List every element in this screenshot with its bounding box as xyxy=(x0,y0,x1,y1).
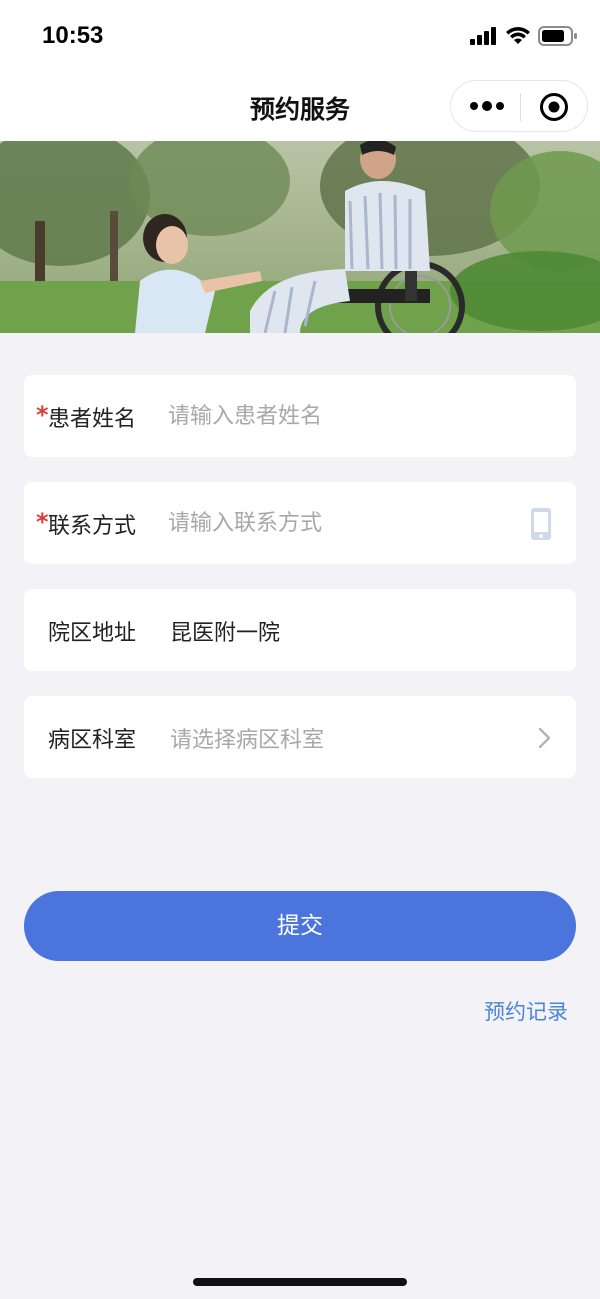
campus-row: 院区地址 昆医附一院 xyxy=(24,589,576,671)
contact-input[interactable] xyxy=(168,504,508,542)
banner-image xyxy=(0,141,600,333)
required-mark: * xyxy=(36,508,49,536)
patient-name-row: * 患者姓名 xyxy=(24,375,576,457)
chevron-right-icon xyxy=(538,727,551,749)
patient-name-input[interactable] xyxy=(168,397,508,435)
nav-bar: 预约服务 xyxy=(0,70,600,142)
department-placeholder: 请选择病区科室 xyxy=(170,728,325,753)
mini-program-capsule xyxy=(450,80,588,132)
contact-row: * 联系方式 xyxy=(24,482,576,564)
department-select[interactable]: 病区科室 请选择病区科室 xyxy=(24,696,576,778)
capsule-divider xyxy=(520,93,521,121)
close-mini-program-icon[interactable] xyxy=(539,92,569,122)
campus-value: 昆医附一院 xyxy=(170,621,281,646)
battery-icon xyxy=(538,26,577,46)
phone-icon[interactable] xyxy=(530,507,552,541)
banner-illustration xyxy=(0,141,600,333)
department-label: 病区科室 xyxy=(48,728,137,753)
campus-label: 院区地址 xyxy=(48,621,137,646)
status-time: 10:53 xyxy=(42,22,104,49)
status-bar: 10:53 xyxy=(0,0,600,70)
signal-icon xyxy=(470,27,496,45)
home-indicator xyxy=(193,1278,407,1286)
wifi-icon xyxy=(506,27,530,44)
patient-name-label: 患者姓名 xyxy=(48,407,137,432)
submit-button[interactable]: 提交 xyxy=(24,891,576,961)
required-mark: * xyxy=(36,401,49,429)
contact-label: 联系方式 xyxy=(48,514,137,539)
more-options-icon[interactable] xyxy=(469,95,505,117)
appointment-records-link[interactable]: 预约记录 xyxy=(484,996,568,1026)
